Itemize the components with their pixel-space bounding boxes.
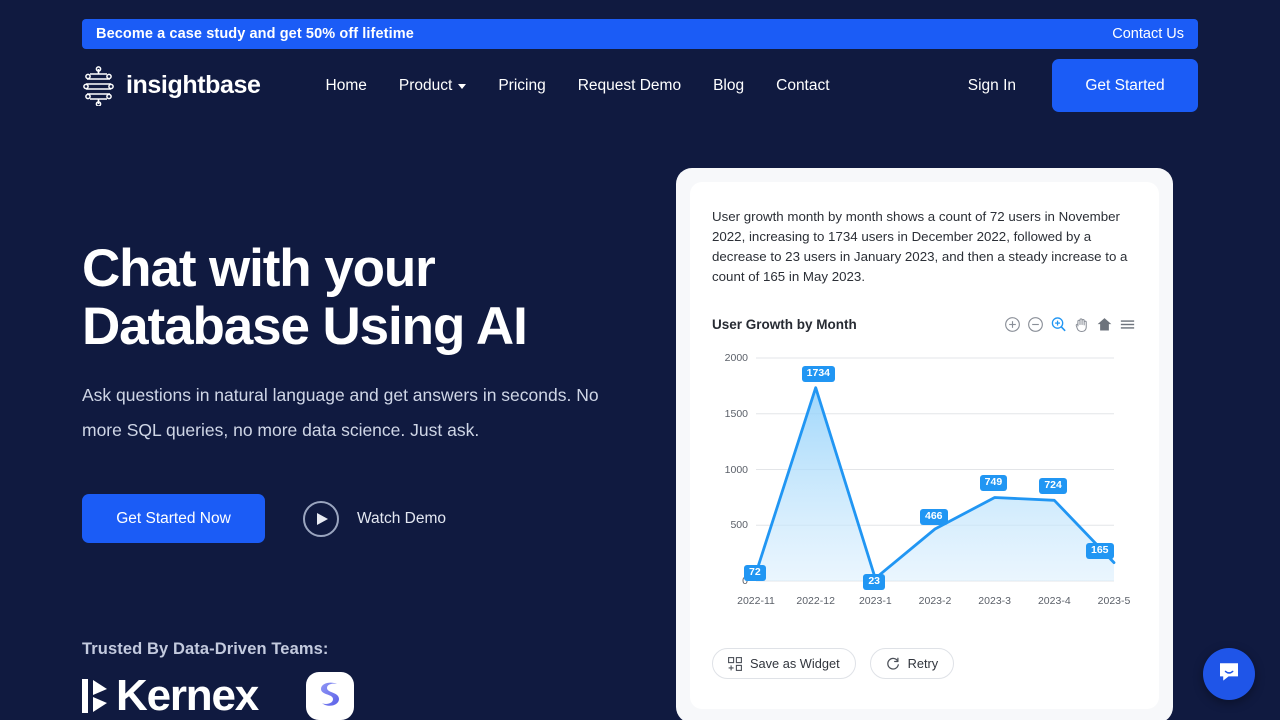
zoom-out-icon[interactable] <box>1026 315 1045 334</box>
selection-zoom-icon[interactable] <box>1049 315 1068 334</box>
chart-point-label: 72 <box>744 564 766 581</box>
nav-item-home-label: Home <box>325 76 367 94</box>
nav-item-pricing[interactable]: Pricing <box>498 77 545 95</box>
insight-summary-text: User growth month by month shows a count… <box>712 209 1128 284</box>
save-as-widget-button[interactable]: Save as Widget <box>712 648 856 679</box>
chart-point-label: 1734 <box>801 365 836 382</box>
announcement-banner: Become a case study and get 50% off life… <box>82 19 1198 49</box>
insightbase-logo-icon <box>82 65 115 106</box>
contact-us-link[interactable]: Contact Us <box>1112 26 1184 42</box>
kernex-logo-icon <box>82 673 108 719</box>
add-widget-icon <box>728 656 742 671</box>
nav-item-product-label: Product <box>398 76 453 94</box>
watch-demo-button[interactable]: Watch Demo <box>303 500 447 537</box>
nav-item-contact-label: Contact <box>776 76 830 94</box>
chart-x-tick: 2023-3 <box>978 595 1011 607</box>
trusted-by-label: Trusted By Data-Driven Teams: <box>82 640 329 658</box>
hero-actions: Get Started Now Watch Demo <box>82 494 662 543</box>
chart-point-label: 724 <box>1039 478 1067 495</box>
kernex-logo: Kernex <box>82 671 259 720</box>
nav-item-product[interactable]: Product <box>398 76 467 95</box>
chart-y-tick: 1500 <box>724 407 748 420</box>
nav-item-blog[interactable]: Blog <box>713 77 744 95</box>
chart-x-tick: 2023-1 <box>858 595 892 607</box>
product-preview-card: User growth month by month shows a count… <box>676 168 1173 720</box>
chart-x-tick: 2023-5 <box>1097 595 1131 607</box>
chevron-down-icon <box>458 84 467 89</box>
sign-in-link[interactable]: Sign In <box>968 77 1016 95</box>
chart-x-tick: 2022-11 <box>737 595 775 607</box>
chart-point-label: 749 <box>979 475 1008 492</box>
chart-y-tick: 0 <box>742 575 748 587</box>
chart-point-label: 165 <box>1086 542 1114 559</box>
menu-icon[interactable] <box>1118 315 1137 334</box>
home-reset-icon[interactable] <box>1095 315 1114 334</box>
kernex-logo-text: Kernex <box>116 671 259 720</box>
chart-header: User Growth by Month <box>712 315 1137 334</box>
refresh-icon <box>886 657 900 671</box>
chart-x-tick: 2023-2 <box>918 595 952 607</box>
landing-page: Become a case study and get 50% off life… <box>0 0 1280 720</box>
watch-demo-label: Watch Demo <box>357 509 447 527</box>
zoom-in-icon[interactable] <box>1003 315 1022 334</box>
panning-icon[interactable] <box>1072 315 1091 334</box>
get-started-button[interactable]: Get Started <box>1052 59 1198 112</box>
nav-item-request-demo-label: Request Demo <box>577 76 682 94</box>
chat-launcher-button[interactable] <box>1203 648 1255 700</box>
nav-item-blog-label: Blog <box>713 76 745 94</box>
hero-subtitle: Ask questions in natural language and ge… <box>82 385 599 440</box>
brand-name: insightbase <box>126 71 261 99</box>
announcement-text: Become a case study and get 50% off life… <box>96 26 414 42</box>
get-started-now-button[interactable]: Get Started Now <box>82 494 265 543</box>
chart-point-label: 23 <box>863 574 886 591</box>
chart-y-tick: 2000 <box>724 352 748 364</box>
squared-logo-icon <box>313 677 347 716</box>
chart-toolbar <box>1003 315 1137 334</box>
chart-y-tick: 1000 <box>724 463 748 476</box>
card-actions: Save as Widget Retry <box>712 648 955 679</box>
nav-item-request-demo[interactable]: Request Demo <box>578 77 681 95</box>
user-growth-chart[interactable]: 0 500 1000 1500 2000 2022-11 2022-12 2023-1 202… <box>712 348 1131 623</box>
chart-y-tick: 500 <box>730 519 748 532</box>
chart-x-tick: 2023-4 <box>1037 595 1071 607</box>
squared-logo <box>306 672 354 720</box>
trusted-logos: Kernex <box>82 672 354 720</box>
page-title: Chat with your Database Using AI <box>82 240 662 356</box>
chart-title: User Growth by Month <box>712 317 857 332</box>
nav-actions: Sign In Get Started <box>968 59 1198 112</box>
hero-title-line-2: Database Using AI <box>82 297 528 356</box>
chart-x-tick: 2022-12 <box>796 595 835 607</box>
retry-label: Retry <box>907 656 939 671</box>
retry-button[interactable]: Retry <box>869 648 955 679</box>
nav-item-home[interactable]: Home <box>326 77 367 95</box>
hero-section: Chat with your Database Using AI Ask que… <box>82 240 662 543</box>
chart-point-label: 466 <box>920 509 948 526</box>
hero-title-line-1: Chat with your <box>82 239 436 298</box>
nav-item-contact[interactable]: Contact <box>776 77 829 95</box>
nav-links: Home Product Pricing Request Demo Blog C… <box>326 77 830 95</box>
insight-panel: User growth month by month shows a count… <box>690 182 1159 709</box>
nav-item-pricing-label: Pricing <box>498 76 546 94</box>
save-as-widget-label: Save as Widget <box>750 656 840 671</box>
main-navigation: insightbase Home Product Pricing Request… <box>82 59 1198 112</box>
play-icon <box>303 500 339 537</box>
brand-logo[interactable]: insightbase <box>82 65 261 106</box>
chat-bubble-icon <box>1216 659 1242 690</box>
